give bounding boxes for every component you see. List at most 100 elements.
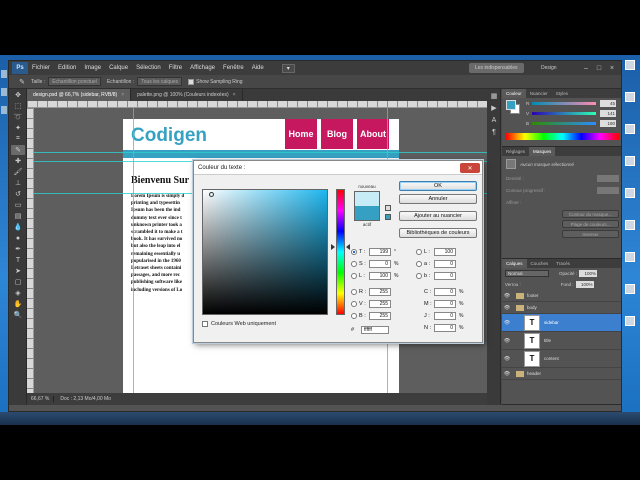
- red-slider[interactable]: [532, 101, 596, 105]
- fg-swatch[interactable]: [506, 100, 516, 110]
- menu-calque[interactable]: Calque: [109, 65, 128, 71]
- hue-arrow-icon[interactable]: [346, 244, 350, 250]
- tab-reglages[interactable]: Réglages: [502, 147, 529, 156]
- menu-aide[interactable]: Aide: [252, 65, 264, 71]
- zoom-level-icon[interactable]: ▾: [281, 63, 295, 73]
- desktop-icon[interactable]: [1, 70, 7, 78]
- guide-line[interactable]: [34, 152, 487, 153]
- cancel-button[interactable]: Annuler: [399, 194, 477, 204]
- pen-tool-icon[interactable]: ✒: [11, 244, 25, 254]
- tab-design[interactable]: design.psd @ 66,7% (sidebar, RVB/8) ×: [27, 89, 132, 101]
- eye-icon[interactable]: 👁: [502, 305, 512, 311]
- zoom-value[interactable]: 66,67 %: [27, 396, 55, 402]
- layer-title[interactable]: 👁 T title: [502, 332, 621, 350]
- quick-select-tool-icon[interactable]: ✦: [11, 123, 25, 133]
- layer-content[interactable]: 👁 T content: [502, 350, 621, 368]
- shape-tool-icon[interactable]: ▢: [11, 277, 25, 287]
- menu-fenetre[interactable]: Fenêtre: [223, 65, 244, 71]
- magenta-input[interactable]: 0: [434, 299, 456, 308]
- desktop-icon[interactable]: [625, 60, 640, 80]
- tab-styles[interactable]: Styles: [552, 89, 572, 98]
- stamp-tool-icon[interactable]: ⊥: [11, 178, 25, 188]
- desktop-icon[interactable]: [625, 284, 640, 304]
- menu-edition[interactable]: Edition: [58, 65, 76, 71]
- brush-tool-icon[interactable]: 🖌: [11, 167, 25, 177]
- blend-mode-select[interactable]: Normal: [505, 270, 549, 277]
- ok-button[interactable]: OK: [399, 181, 477, 191]
- red-input[interactable]: 255: [369, 287, 391, 296]
- green-value[interactable]: 141: [600, 109, 616, 117]
- blue-input[interactable]: 255: [369, 311, 391, 320]
- lab-l-radio[interactable]: [416, 248, 422, 255]
- opacity-value[interactable]: 100%: [579, 270, 598, 277]
- lab-b-radio[interactable]: [416, 272, 422, 279]
- green-input[interactable]: 255: [369, 299, 391, 308]
- workspace-design-button[interactable]: Design: [535, 63, 563, 73]
- hue-arrow-icon[interactable]: [331, 244, 335, 250]
- desktop-icon[interactable]: [1, 106, 7, 114]
- horizontal-ruler[interactable]: [27, 101, 487, 108]
- echantillon-select[interactable]: Tous les calques: [137, 77, 183, 86]
- desktop-icon[interactable]: [625, 124, 640, 144]
- add-to-swatches-button[interactable]: Ajouter au nuancier: [399, 211, 477, 221]
- color-spectrum[interactable]: [506, 133, 619, 140]
- lab-l-input[interactable]: 100: [434, 247, 456, 256]
- blue-radio[interactable]: [351, 312, 357, 319]
- minimize-button[interactable]: –: [581, 63, 591, 73]
- eyedropper-icon[interactable]: ✎: [15, 77, 29, 87]
- tab-calques[interactable]: Calques: [502, 259, 527, 268]
- brightness-input[interactable]: 100: [369, 271, 391, 280]
- crop-tool-icon[interactable]: ⌗: [11, 134, 25, 144]
- desktop-icon[interactable]: [625, 92, 640, 112]
- color-field[interactable]: [202, 189, 328, 315]
- blur-tool-icon[interactable]: 💧: [11, 222, 25, 232]
- actions-panel-icon[interactable]: ▶: [489, 103, 499, 113]
- green-slider[interactable]: [532, 111, 596, 115]
- lab-b-input[interactable]: 0: [434, 271, 456, 280]
- eraser-tool-icon[interactable]: ▭: [11, 200, 25, 210]
- eye-icon[interactable]: 👁: [502, 293, 512, 299]
- brightness-radio[interactable]: [351, 272, 357, 279]
- dodge-tool-icon[interactable]: ●: [11, 233, 25, 243]
- black-input[interactable]: 0: [434, 323, 456, 332]
- sampling-ring-checkbox[interactable]: [188, 78, 195, 85]
- desktop-icon[interactable]: [625, 252, 640, 272]
- tab-traces[interactable]: Tracés: [552, 259, 574, 268]
- lab-a-radio[interactable]: [416, 260, 422, 267]
- saturation-radio[interactable]: [351, 260, 357, 267]
- 3d-tool-icon[interactable]: ◈: [11, 288, 25, 298]
- layer-footer[interactable]: 👁 footer: [502, 290, 621, 302]
- hand-tool-icon[interactable]: ✋: [11, 299, 25, 309]
- layer-body[interactable]: 👁 body: [502, 302, 621, 314]
- desktop-icon[interactable]: [625, 220, 640, 240]
- zoom-tool-icon[interactable]: 🔍: [11, 310, 25, 320]
- web-only-checkbox[interactable]: [202, 321, 208, 327]
- history-panel-icon[interactable]: ▦: [489, 91, 499, 101]
- hue-slider[interactable]: [336, 189, 345, 315]
- web-safe-swatch-icon[interactable]: [385, 214, 391, 220]
- hue-radio[interactable]: [351, 248, 357, 255]
- taille-select[interactable]: Echantillon ponctuel: [48, 77, 101, 86]
- tab-couleur[interactable]: Couleur: [502, 89, 526, 98]
- menu-filtre[interactable]: Filtre: [169, 65, 182, 71]
- eye-icon[interactable]: 👁: [502, 356, 512, 362]
- tab-couches[interactable]: Couches: [527, 259, 553, 268]
- eye-icon[interactable]: 👁: [502, 338, 512, 344]
- marquee-tool-icon[interactable]: ⬚: [11, 101, 25, 111]
- tab-palette[interactable]: palette.png @ 100% (Couleurs indexées) ×: [131, 89, 243, 101]
- hue-input[interactable]: 199: [369, 247, 391, 256]
- web-safe-cube-icon[interactable]: [385, 205, 391, 211]
- close-tab-icon[interactable]: ×: [233, 92, 236, 98]
- eyedropper-tool-icon[interactable]: ✎: [11, 145, 25, 155]
- path-select-tool-icon[interactable]: ➤: [11, 266, 25, 276]
- eye-icon[interactable]: 👁: [502, 320, 512, 326]
- character-panel-icon[interactable]: A: [489, 115, 499, 125]
- dialog-close-icon[interactable]: ✕: [460, 163, 480, 173]
- paragraph-panel-icon[interactable]: ¶: [489, 127, 499, 137]
- fill-value[interactable]: 100%: [575, 281, 594, 288]
- yellow-input[interactable]: 0: [434, 311, 456, 320]
- layer-sidebar[interactable]: 👁 T sidebar: [502, 314, 621, 332]
- green-radio[interactable]: [351, 300, 357, 307]
- saturation-input[interactable]: 0: [369, 259, 391, 268]
- lasso-tool-icon[interactable]: ➰: [11, 112, 25, 122]
